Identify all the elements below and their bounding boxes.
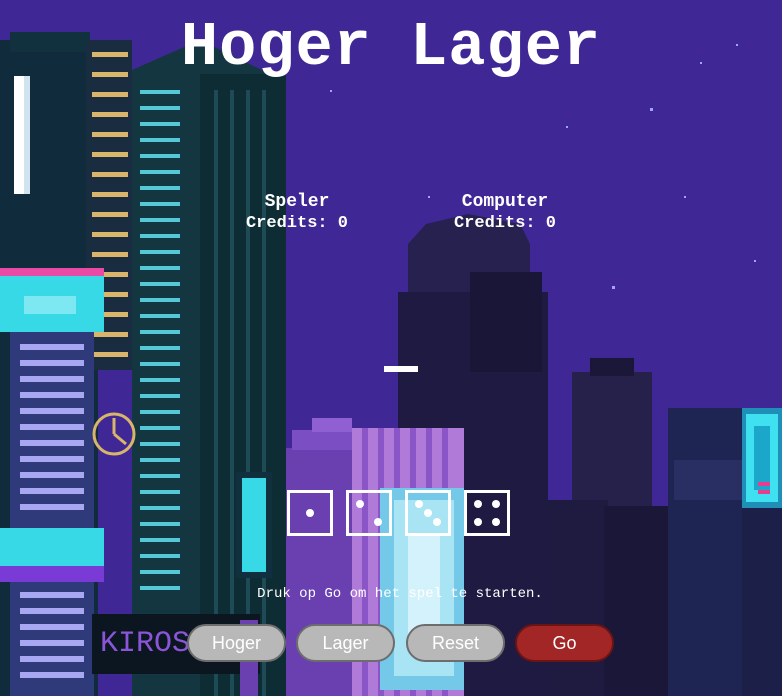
player-credits: Credits: 0 <box>245 214 349 233</box>
die-pip <box>356 500 365 509</box>
player-name: Speler <box>264 192 330 212</box>
die-pip <box>415 500 424 509</box>
game-title: Hoger Lager <box>180 12 602 83</box>
die-3 <box>405 490 451 536</box>
die-4 <box>464 490 510 536</box>
reset-button[interactable]: Reset <box>406 624 505 662</box>
die-pip <box>474 500 483 509</box>
die-pip <box>432 517 441 526</box>
computer-credits: Credits: 0 <box>453 214 557 233</box>
die-pip <box>424 509 432 517</box>
die-pip <box>306 509 314 517</box>
die-pip <box>491 517 500 526</box>
kiros-sign-text: KIROS <box>100 627 190 661</box>
higher-button[interactable]: Hoger <box>187 624 286 662</box>
computer-panel: Computer Credits: 0 <box>440 192 570 234</box>
status-message: Druk op Go om het spel te starten. <box>257 586 543 602</box>
die-pip <box>491 500 500 509</box>
computer-name: Computer <box>461 192 549 212</box>
die-pip <box>474 517 483 526</box>
player-panel: Speler Credits: 0 <box>232 192 362 234</box>
result-display <box>384 366 418 372</box>
die-pip <box>373 517 382 526</box>
go-button[interactable]: Go <box>515 624 614 662</box>
dice-row <box>287 490 510 536</box>
die-1 <box>287 490 333 536</box>
lower-button[interactable]: Lager <box>296 624 395 662</box>
die-2 <box>346 490 392 536</box>
